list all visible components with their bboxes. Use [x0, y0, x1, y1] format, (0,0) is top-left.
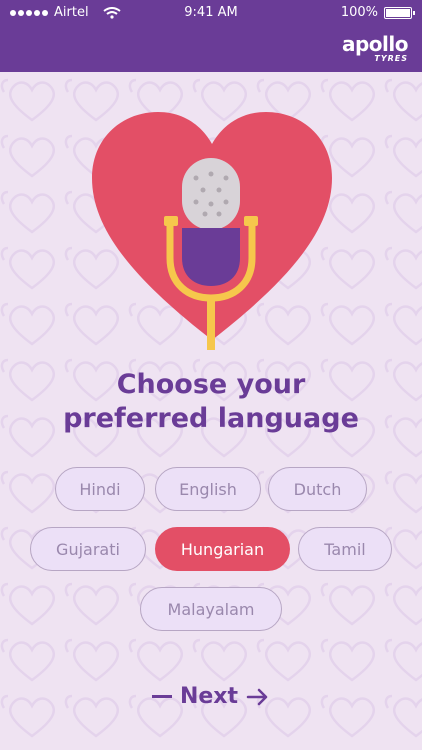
heart-microphone-illustration [92, 112, 332, 350]
language-option-hindi[interactable]: Hindi [55, 467, 145, 511]
battery-icon [384, 6, 415, 19]
language-option-english[interactable]: English [155, 467, 261, 511]
mic-body [182, 228, 240, 286]
title-line-2: preferred language [63, 403, 359, 434]
page-title: Choose your preferred language [0, 368, 422, 436]
language-option-hungarian[interactable]: Hungarian [155, 527, 290, 571]
app-header: apollo TYRES [0, 26, 422, 72]
logo-name: apollo [341, 32, 409, 56]
battery-percent: 100% [340, 5, 378, 20]
language-option-dutch[interactable]: Dutch [268, 467, 367, 511]
language-option-tamil[interactable]: Tamil [298, 527, 392, 571]
arrow-right-icon [246, 688, 268, 705]
apollo-tyres-logo: apollo TYRES [341, 32, 409, 63]
language-option-gujarati[interactable]: Gujarati [30, 527, 146, 571]
language-option-malayalam[interactable]: Malayalam [140, 587, 282, 631]
status-bar: Airtel 9:41 AM 100% [0, 0, 422, 26]
next-label: Next [179, 684, 239, 709]
dash-icon [151, 695, 172, 698]
battery-info: 100% [340, 5, 415, 20]
mic-stand [207, 296, 215, 350]
mic-head [182, 158, 240, 230]
next-button[interactable]: Next [0, 684, 422, 709]
title-line-1: Choose your [116, 369, 306, 400]
